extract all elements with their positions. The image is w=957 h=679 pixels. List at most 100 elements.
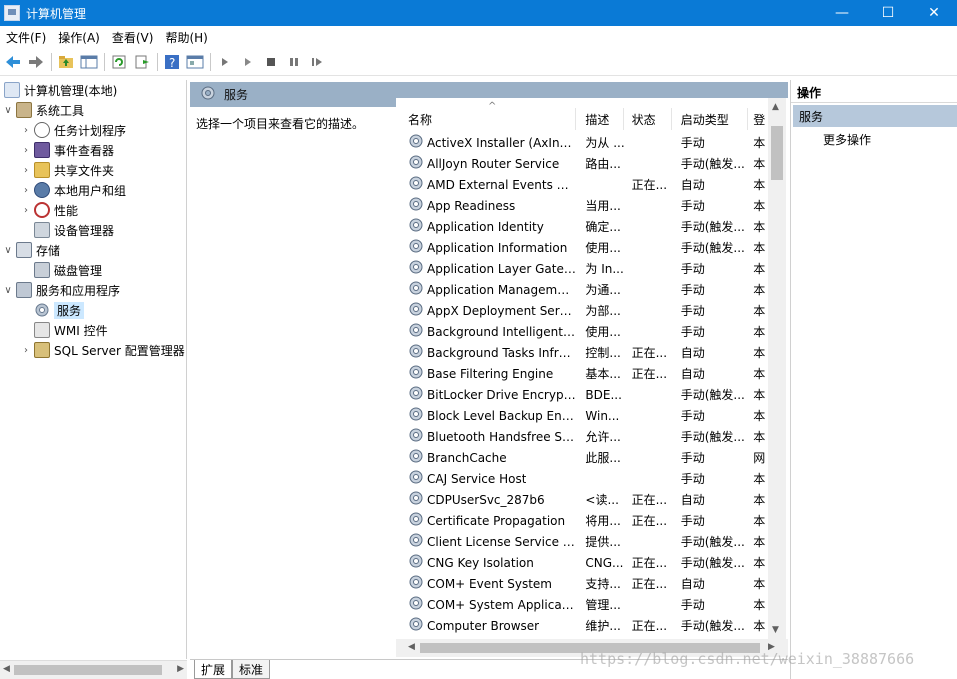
table-row[interactable]: AllJoyn Router Service 路由... 手动(触发... 本 [396, 153, 766, 174]
tree-item-device-manager[interactable]: 设备管理器 [32, 220, 114, 240]
close-button[interactable]: ✕ [911, 0, 957, 26]
pause-service-icon[interactable] [283, 51, 305, 73]
chevron-down-icon[interactable]: ∨ [2, 105, 14, 116]
service-startup-type: 手动 [680, 262, 705, 276]
menu-view[interactable]: 查看(V) [106, 29, 160, 46]
services-horizontal-scrollbar[interactable]: ◀ ▶ [396, 639, 788, 657]
service-description: 允许... [585, 430, 621, 444]
table-row[interactable]: BranchCache 此服... 手动 网 [396, 447, 766, 468]
table-row[interactable]: BitLocker Drive Encryptio... BDE... 手动(触发.… [396, 384, 766, 405]
column-header-name[interactable]: 名称 [396, 101, 577, 130]
tree-item-wmi-control[interactable]: WMI 控件 [32, 320, 108, 340]
tab-extended[interactable]: 扩展 [194, 660, 233, 679]
scroll-down-icon[interactable]: ▼ [772, 625, 779, 635]
tree-item-computer-management[interactable]: 计算机管理(本地) [2, 80, 117, 100]
tree-item-system-tools[interactable]: ∨ 系统工具 [2, 100, 84, 120]
refresh-icon[interactable] [108, 51, 130, 73]
table-row[interactable]: Base Filtering Engine 基本... 正在... 自动 本 [396, 363, 766, 384]
menu-file[interactable]: 文件(F) [0, 29, 52, 46]
tree-item-task-scheduler[interactable]: › 任务计划程序 [20, 120, 126, 140]
tree-item-performance[interactable]: › 性能 [20, 200, 78, 220]
scroll-thumb[interactable] [14, 665, 162, 675]
table-row[interactable]: Background Intelligent T... 使用... 手动 本 [396, 321, 766, 342]
column-header-description[interactable]: 描述 [576, 108, 624, 130]
help-icon[interactable]: ? [161, 51, 183, 73]
gear-icon [408, 364, 424, 383]
table-row[interactable]: Background Tasks Infras... 控制... 正在... 自动 本 [396, 342, 766, 363]
table-row[interactable]: Client License Service (Cli... 提供... 手动(触发… [396, 531, 766, 552]
scroll-left-icon[interactable]: ◀ [3, 664, 10, 674]
menu-bar: 文件(F) 操作(A) 查看(V) 帮助(H) [0, 26, 957, 48]
gear-icon [200, 85, 216, 104]
scroll-left-icon[interactable]: ◀ [408, 642, 415, 652]
start-service-alt-icon[interactable] [237, 51, 259, 73]
chevron-right-icon[interactable]: › [20, 185, 32, 196]
maximize-button[interactable]: ☐ [865, 0, 911, 26]
services-vertical-scrollbar[interactable]: ▲ ▼ [768, 98, 786, 639]
table-row[interactable]: AMD External Events Utility 正在... 自动 本 [396, 174, 766, 195]
table-row[interactable]: CAJ Service Host 手动 本 [396, 468, 766, 489]
panel-title: 服务 [224, 88, 249, 102]
menu-help[interactable]: 帮助(H) [159, 29, 213, 46]
table-row[interactable]: Computer Browser 维护... 正在... 手动(触发... 本 [396, 615, 766, 636]
tree-item-shared-folders[interactable]: › 共享文件夹 [20, 160, 114, 180]
back-icon[interactable] [2, 51, 24, 73]
table-row[interactable]: Block Level Backup Engi... Win... 手动 本 [396, 405, 766, 426]
restart-service-icon[interactable] [306, 51, 328, 73]
tab-standard[interactable]: 标准 [232, 660, 271, 679]
table-row[interactable]: Application Identity 确定... 手动(触发... 本 [396, 216, 766, 237]
scroll-right-icon[interactable]: ▶ [177, 664, 184, 674]
tree-item-local-users[interactable]: › 本地用户和组 [20, 180, 126, 200]
table-row[interactable]: CNG Key Isolation CNG... 正在... 手动(触发... 本 [396, 552, 766, 573]
service-name: Base Filtering Engine [427, 366, 554, 381]
minimize-button[interactable]: — [819, 0, 865, 26]
column-header-startup-type[interactable]: 启动类型 [672, 108, 749, 130]
scroll-up-icon[interactable]: ▲ [772, 102, 779, 112]
table-row[interactable]: COM+ System Application 管理... 手动 本 [396, 594, 766, 615]
scroll-thumb[interactable] [420, 643, 760, 653]
tree-item-event-viewer[interactable]: › 事件查看器 [20, 140, 114, 160]
scroll-thumb[interactable] [771, 126, 783, 180]
table-row[interactable]: Application Layer Gatewa... 为 In... 手动 本 [396, 258, 766, 279]
column-header-status[interactable]: 状态 [624, 108, 672, 130]
stop-service-icon[interactable] [260, 51, 282, 73]
up-folder-icon[interactable] [55, 51, 77, 73]
start-service-icon[interactable] [214, 51, 236, 73]
tree-horizontal-scrollbar[interactable]: ◀ ▶ [0, 660, 187, 679]
tree-item-sql-server-config[interactable]: › SQL Server 配置管理器 [20, 340, 185, 360]
table-row[interactable]: Certificate Propagation 将用... 正在... 手动 本 [396, 510, 766, 531]
tree-item-services-applications[interactable]: ∨ 服务和应用程序 [2, 280, 120, 300]
forward-icon[interactable] [25, 51, 47, 73]
chevron-right-icon[interactable]: › [20, 345, 32, 356]
tree-item-services[interactable]: 服务 [32, 300, 85, 320]
service-logon-as: 本 [753, 493, 766, 507]
actions-section-services[interactable]: 服务 [793, 105, 957, 127]
table-row[interactable]: CDPUserSvc_287b6 <读... 正在... 自动 本 [396, 489, 766, 510]
show-hide-tree-icon[interactable] [78, 51, 100, 73]
service-name-cell: Background Tasks Infras... [396, 343, 576, 362]
scroll-right-icon[interactable]: ▶ [768, 642, 775, 652]
service-logon-as: 本 [753, 577, 766, 591]
table-row[interactable]: COM+ Event System 支持... 正在... 自动 本 [396, 573, 766, 594]
chevron-down-icon[interactable]: ∨ [2, 285, 14, 296]
table-row[interactable]: ActiveX Installer (AxInstSV) 为从 ... 手动 本 [396, 132, 766, 153]
table-row[interactable]: Application Information 使用... 手动(触发... 本 [396, 237, 766, 258]
menu-action[interactable]: 操作(A) [52, 29, 106, 46]
tree-item-storage[interactable]: ∨ 存储 [2, 240, 60, 260]
export-list-icon[interactable] [131, 51, 153, 73]
table-row[interactable]: Application Management 为通... 手动 本 [396, 279, 766, 300]
gear-icon [408, 553, 424, 572]
table-row[interactable]: App Readiness 当用... 手动 本 [396, 195, 766, 216]
properties-icon[interactable] [184, 51, 206, 73]
more-actions-link[interactable]: 更多操作 [823, 131, 871, 148]
chevron-down-icon[interactable]: ∨ [2, 245, 14, 256]
chevron-right-icon[interactable]: › [20, 125, 32, 136]
tree-item-disk-management[interactable]: 磁盘管理 [32, 260, 102, 280]
table-row[interactable]: Bluetooth Handsfree Ser... 允许... 手动(触发... 本 [396, 426, 766, 447]
chevron-right-icon[interactable]: › [20, 205, 32, 216]
services-applications-icon [16, 282, 32, 298]
chevron-right-icon[interactable]: › [20, 165, 32, 176]
column-header-logon-as[interactable]: 登 [748, 108, 766, 130]
chevron-right-icon[interactable]: › [20, 145, 32, 156]
table-row[interactable]: AppX Deployment Servic... 为部... 手动 本 [396, 300, 766, 321]
